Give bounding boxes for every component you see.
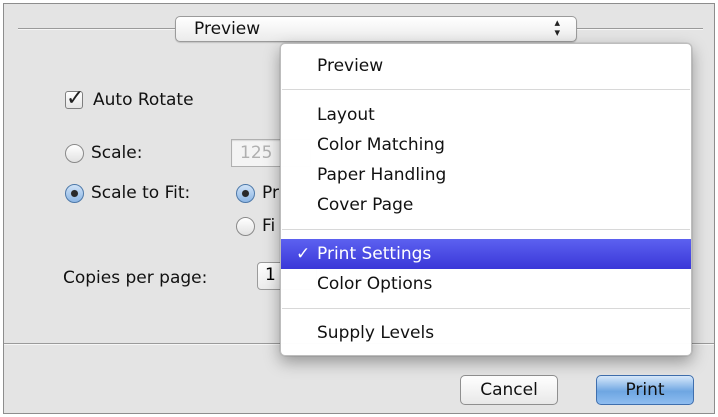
menu-separator-3 — [282, 308, 690, 309]
menu-separator-2 — [282, 229, 690, 230]
menu-item-preview[interactable]: Preview — [281, 51, 691, 81]
checkmark-icon: ✓ — [66, 86, 85, 111]
panel-select-label: Preview — [194, 19, 261, 39]
header-separator-right — [577, 28, 703, 30]
panel-select-popup[interactable]: Preview ▴ ▾ — [175, 16, 577, 42]
menu-item-supply-levels[interactable]: Supply Levels — [281, 318, 691, 348]
cancel-button[interactable]: Cancel — [460, 375, 558, 405]
scale-label: Scale: — [91, 143, 143, 163]
fit-option-label-1: Pr — [262, 183, 279, 203]
menu-item-color-matching[interactable]: Color Matching — [281, 130, 691, 160]
copies-per-page-label: Copies per page: — [63, 268, 208, 288]
panel-select-menu: Preview Layout Color Matching Paper Hand… — [280, 43, 692, 356]
header-separator-left — [18, 28, 175, 30]
menu-item-color-options[interactable]: Color Options — [281, 269, 691, 299]
fit-option-radio-1[interactable] — [236, 184, 255, 203]
print-button[interactable]: Print — [596, 375, 694, 405]
fit-option-label-2: Fi — [262, 216, 276, 236]
menu-item-print-settings[interactable]: ✓ Print Settings — [281, 239, 691, 269]
up-down-arrows-icon: ▴ ▾ — [554, 16, 560, 39]
fit-option-radio-2[interactable] — [236, 217, 255, 236]
menu-item-cover-page[interactable]: Cover Page — [281, 190, 691, 220]
scale-to-fit-label: Scale to Fit: — [91, 183, 191, 203]
auto-rotate-checkbox[interactable]: ✓ — [65, 86, 84, 111]
menu-item-print-settings-label: Print Settings — [317, 244, 432, 264]
scale-radio[interactable] — [65, 144, 84, 163]
auto-rotate-label: Auto Rotate — [93, 90, 194, 110]
scale-to-fit-radio[interactable] — [65, 184, 84, 203]
checkmark-icon: ✓ — [296, 244, 311, 264]
menu-separator-1 — [282, 89, 690, 90]
menu-item-layout[interactable]: Layout — [281, 100, 691, 130]
menu-item-paper-handling[interactable]: Paper Handling — [281, 160, 691, 190]
